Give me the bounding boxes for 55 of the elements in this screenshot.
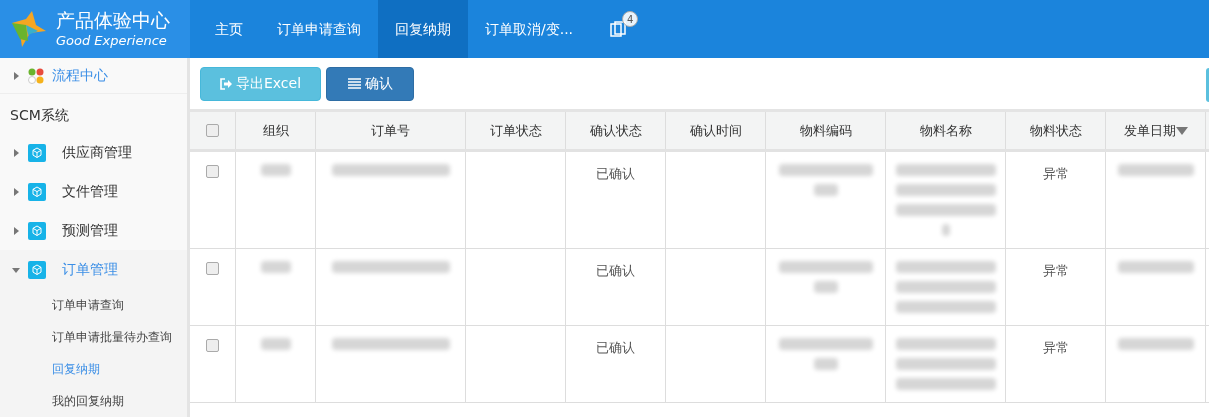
sort-down-icon	[1175, 126, 1188, 135]
column-header[interactable]: 订单号	[371, 120, 410, 141]
column-header[interactable]: 确认状态	[589, 120, 642, 141]
blurred-text	[813, 281, 838, 293]
cube-icon	[28, 143, 46, 162]
checkbox[interactable]	[206, 339, 219, 352]
caret-icon	[12, 265, 20, 274]
blurred-text	[260, 261, 291, 273]
checkbox[interactable]	[206, 124, 219, 137]
nav-tab[interactable]: 回复纳期	[378, 0, 468, 58]
table-cell-text: 异常	[1041, 165, 1070, 183]
section-title: SCM系统	[9, 106, 70, 125]
caret-icon	[12, 226, 20, 235]
sidebar-item[interactable]: 文件管理	[0, 172, 187, 211]
caret-icon	[12, 71, 20, 80]
table-cell-text: 已确认	[595, 165, 636, 183]
column-header[interactable]: 确认时间	[689, 120, 742, 141]
checkbox[interactable]	[206, 262, 219, 275]
table-cell-text: 已确认	[595, 339, 636, 357]
dots-icon	[28, 67, 44, 84]
cube-icon	[28, 260, 46, 279]
sidebar-subitem[interactable]: 订单申请批量待办查询	[0, 321, 187, 353]
list-icon	[347, 78, 361, 89]
column-header[interactable]: 物料编码	[799, 120, 852, 141]
logo-title: 产品体验中心	[56, 9, 170, 33]
table-cell-text: 异常	[1041, 339, 1070, 357]
column-header[interactable]: 物料名称	[919, 120, 972, 141]
blurred-text	[260, 338, 291, 350]
nav-tab[interactable]: 订单申请查询	[260, 0, 378, 58]
blurred-text	[813, 358, 838, 370]
cube-icon	[28, 221, 46, 240]
sidebar-item[interactable]: 预测管理	[0, 211, 187, 250]
column-header[interactable]: 发单日期	[1123, 120, 1188, 141]
caret-icon	[12, 148, 20, 157]
cube-icon	[28, 182, 46, 201]
table-cell-text: 已确认	[595, 262, 636, 280]
logo-subtitle: Good Experience	[56, 32, 168, 49]
column-header[interactable]: 组织	[262, 120, 289, 141]
nav-tab[interactable]: 主页	[198, 0, 260, 58]
blurred-text	[260, 164, 291, 176]
column-header[interactable]: 订单状态	[489, 120, 542, 141]
export-icon	[219, 77, 232, 90]
windows-icon[interactable]	[610, 21, 629, 37]
column-header[interactable]: 物料状态	[1029, 120, 1082, 141]
blurred-text	[941, 224, 950, 236]
confirm-button[interactable]: 确认	[326, 66, 414, 101]
sidebar-subitem[interactable]: 我的回复纳期	[0, 385, 187, 417]
sidebar-item[interactable]: 供应商管理	[0, 133, 187, 172]
checkbox[interactable]	[206, 165, 219, 178]
blurred-text	[813, 184, 838, 196]
sidebar-subitem[interactable]: 订单申请查询	[0, 289, 187, 321]
table-cell-text: 异常	[1041, 262, 1070, 280]
count-badge: 4	[622, 11, 639, 27]
caret-icon	[12, 187, 20, 196]
nav-tab[interactable]: 订单取消/变...	[468, 0, 591, 58]
